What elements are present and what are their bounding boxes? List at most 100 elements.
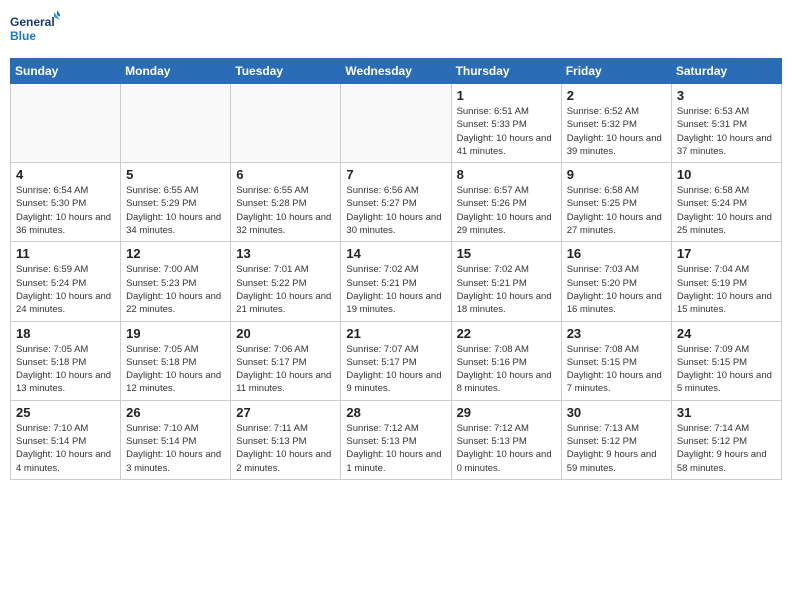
calendar-cell: 12 Sunrise: 7:00 AM Sunset: 5:23 PM Dayli…: [121, 242, 231, 321]
day-info: Sunrise: 7:12 AM Sunset: 5:13 PM Dayligh…: [346, 422, 445, 475]
day-info: Sunrise: 6:55 AM Sunset: 5:28 PM Dayligh…: [236, 184, 335, 237]
day-number: 29: [457, 405, 556, 420]
col-header-wednesday: Wednesday: [341, 59, 451, 84]
calendar-cell: [231, 84, 341, 163]
day-info: Sunrise: 7:00 AM Sunset: 5:23 PM Dayligh…: [126, 263, 225, 316]
calendar-cell: 5 Sunrise: 6:55 AM Sunset: 5:29 PM Daylig…: [121, 163, 231, 242]
day-info: Sunrise: 7:08 AM Sunset: 5:15 PM Dayligh…: [567, 343, 666, 396]
day-info: Sunrise: 7:05 AM Sunset: 5:18 PM Dayligh…: [16, 343, 115, 396]
day-info: Sunrise: 6:58 AM Sunset: 5:24 PM Dayligh…: [677, 184, 776, 237]
calendar-cell: 10 Sunrise: 6:58 AM Sunset: 5:24 PM Dayli…: [671, 163, 781, 242]
day-number: 21: [346, 326, 445, 341]
logo: General Blue: [10, 10, 60, 52]
calendar-cell: [341, 84, 451, 163]
day-info: Sunrise: 7:09 AM Sunset: 5:15 PM Dayligh…: [677, 343, 776, 396]
col-header-sunday: Sunday: [11, 59, 121, 84]
calendar-cell: 6 Sunrise: 6:55 AM Sunset: 5:28 PM Daylig…: [231, 163, 341, 242]
day-info: Sunrise: 6:56 AM Sunset: 5:27 PM Dayligh…: [346, 184, 445, 237]
calendar-cell: 3Sunrise: 6:53 AM Sunset: 5:31 PM Daylig…: [671, 84, 781, 163]
day-number: 26: [126, 405, 225, 420]
calendar-cell: [11, 84, 121, 163]
day-number: 9: [567, 167, 666, 182]
col-header-saturday: Saturday: [671, 59, 781, 84]
day-info: Sunrise: 6:58 AM Sunset: 5:25 PM Dayligh…: [567, 184, 666, 237]
calendar-header-row: SundayMondayTuesdayWednesdayThursdayFrid…: [11, 59, 782, 84]
calendar-cell: 7 Sunrise: 6:56 AM Sunset: 5:27 PM Daylig…: [341, 163, 451, 242]
day-info: Sunrise: 7:07 AM Sunset: 5:17 PM Dayligh…: [346, 343, 445, 396]
day-number: 22: [457, 326, 556, 341]
day-number: 12: [126, 246, 225, 261]
calendar-cell: 31Sunrise: 7:14 AM Sunset: 5:12 PM Dayli…: [671, 400, 781, 479]
col-header-tuesday: Tuesday: [231, 59, 341, 84]
calendar-cell: 20Sunrise: 7:06 AM Sunset: 5:17 PM Dayli…: [231, 321, 341, 400]
calendar-week-5: 25 Sunrise: 7:10 AM Sunset: 5:14 PM Dayli…: [11, 400, 782, 479]
day-number: 17: [677, 246, 776, 261]
col-header-monday: Monday: [121, 59, 231, 84]
day-info: Sunrise: 7:02 AM Sunset: 5:21 PM Dayligh…: [457, 263, 556, 316]
calendar-cell: 30 Sunrise: 7:13 AM Sunset: 5:12 PM Dayli…: [561, 400, 671, 479]
day-info: Sunrise: 7:04 AM Sunset: 5:19 PM Dayligh…: [677, 263, 776, 316]
day-number: 16: [567, 246, 666, 261]
calendar-cell: [121, 84, 231, 163]
day-number: 6: [236, 167, 335, 182]
day-info: Sunrise: 6:57 AM Sunset: 5:26 PM Dayligh…: [457, 184, 556, 237]
calendar-cell: 27 Sunrise: 7:11 AM Sunset: 5:13 PM Dayli…: [231, 400, 341, 479]
day-info: Sunrise: 7:11 AM Sunset: 5:13 PM Dayligh…: [236, 422, 335, 475]
day-number: 2: [567, 88, 666, 103]
calendar-cell: 2Sunrise: 6:52 AM Sunset: 5:32 PM Daylig…: [561, 84, 671, 163]
calendar-week-2: 4 Sunrise: 6:54 AM Sunset: 5:30 PM Daylig…: [11, 163, 782, 242]
calendar-cell: 22 Sunrise: 7:08 AM Sunset: 5:16 PM Dayli…: [451, 321, 561, 400]
day-number: 28: [346, 405, 445, 420]
calendar-cell: 15 Sunrise: 7:02 AM Sunset: 5:21 PM Dayli…: [451, 242, 561, 321]
calendar-cell: 1Sunrise: 6:51 AM Sunset: 5:33 PM Daylig…: [451, 84, 561, 163]
day-number: 24: [677, 326, 776, 341]
day-info: Sunrise: 6:59 AM Sunset: 5:24 PM Dayligh…: [16, 263, 115, 316]
day-number: 30: [567, 405, 666, 420]
calendar-cell: 16 Sunrise: 7:03 AM Sunset: 5:20 PM Dayli…: [561, 242, 671, 321]
day-number: 4: [16, 167, 115, 182]
day-number: 18: [16, 326, 115, 341]
col-header-thursday: Thursday: [451, 59, 561, 84]
day-number: 10: [677, 167, 776, 182]
day-number: 23: [567, 326, 666, 341]
day-number: 7: [346, 167, 445, 182]
day-info: Sunrise: 7:03 AM Sunset: 5:20 PM Dayligh…: [567, 263, 666, 316]
day-number: 15: [457, 246, 556, 261]
day-info: Sunrise: 6:55 AM Sunset: 5:29 PM Dayligh…: [126, 184, 225, 237]
day-number: 25: [16, 405, 115, 420]
calendar-week-1: 1Sunrise: 6:51 AM Sunset: 5:33 PM Daylig…: [11, 84, 782, 163]
calendar-cell: 13Sunrise: 7:01 AM Sunset: 5:22 PM Dayli…: [231, 242, 341, 321]
calendar-week-4: 18 Sunrise: 7:05 AM Sunset: 5:18 PM Dayli…: [11, 321, 782, 400]
svg-text:General: General: [10, 15, 55, 29]
calendar-cell: 28 Sunrise: 7:12 AM Sunset: 5:13 PM Dayli…: [341, 400, 451, 479]
calendar-cell: 4 Sunrise: 6:54 AM Sunset: 5:30 PM Daylig…: [11, 163, 121, 242]
day-info: Sunrise: 7:14 AM Sunset: 5:12 PM Dayligh…: [677, 422, 776, 475]
calendar-cell: 23 Sunrise: 7:08 AM Sunset: 5:15 PM Dayli…: [561, 321, 671, 400]
day-number: 3: [677, 88, 776, 103]
day-info: Sunrise: 6:51 AM Sunset: 5:33 PM Dayligh…: [457, 105, 556, 158]
calendar-cell: 9 Sunrise: 6:58 AM Sunset: 5:25 PM Daylig…: [561, 163, 671, 242]
calendar-cell: 25 Sunrise: 7:10 AM Sunset: 5:14 PM Dayli…: [11, 400, 121, 479]
day-info: Sunrise: 6:54 AM Sunset: 5:30 PM Dayligh…: [16, 184, 115, 237]
day-info: Sunrise: 7:10 AM Sunset: 5:14 PM Dayligh…: [16, 422, 115, 475]
day-number: 20: [236, 326, 335, 341]
day-info: Sunrise: 7:08 AM Sunset: 5:16 PM Dayligh…: [457, 343, 556, 396]
calendar-week-3: 11Sunrise: 6:59 AM Sunset: 5:24 PM Dayli…: [11, 242, 782, 321]
calendar-cell: 21 Sunrise: 7:07 AM Sunset: 5:17 PM Dayli…: [341, 321, 451, 400]
calendar-table: SundayMondayTuesdayWednesdayThursdayFrid…: [10, 58, 782, 480]
calendar-cell: 24 Sunrise: 7:09 AM Sunset: 5:15 PM Dayli…: [671, 321, 781, 400]
day-number: 13: [236, 246, 335, 261]
page-header: General Blue: [10, 10, 782, 52]
day-info: Sunrise: 7:12 AM Sunset: 5:13 PM Dayligh…: [457, 422, 556, 475]
calendar-cell: 18 Sunrise: 7:05 AM Sunset: 5:18 PM Dayli…: [11, 321, 121, 400]
day-number: 5: [126, 167, 225, 182]
day-number: 27: [236, 405, 335, 420]
calendar-cell: 29 Sunrise: 7:12 AM Sunset: 5:13 PM Dayli…: [451, 400, 561, 479]
day-number: 8: [457, 167, 556, 182]
day-info: Sunrise: 7:10 AM Sunset: 5:14 PM Dayligh…: [126, 422, 225, 475]
day-info: Sunrise: 7:13 AM Sunset: 5:12 PM Dayligh…: [567, 422, 666, 475]
calendar-cell: 11Sunrise: 6:59 AM Sunset: 5:24 PM Dayli…: [11, 242, 121, 321]
day-number: 14: [346, 246, 445, 261]
calendar-cell: 26 Sunrise: 7:10 AM Sunset: 5:14 PM Dayli…: [121, 400, 231, 479]
day-info: Sunrise: 7:02 AM Sunset: 5:21 PM Dayligh…: [346, 263, 445, 316]
